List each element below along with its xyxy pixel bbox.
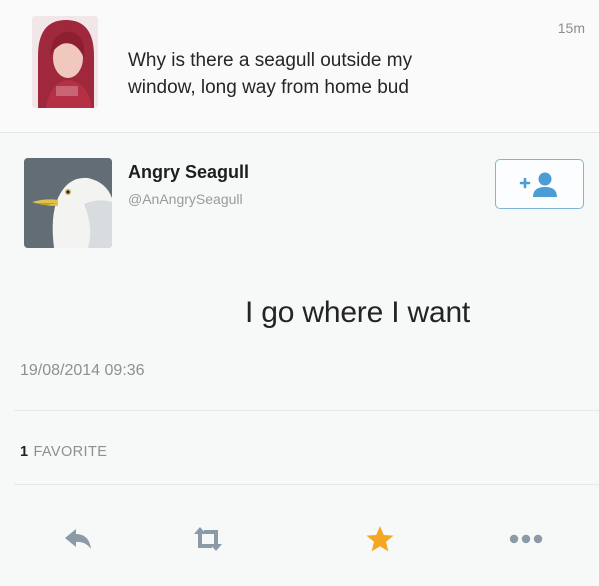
add-user-icon — [519, 172, 557, 197]
tweet-time: 15m — [557, 20, 585, 36]
tweet-text-line: Why is there a seagull outside my — [128, 50, 413, 71]
display-name[interactable]: Angry Seagull — [128, 162, 249, 183]
timestamp[interactable]: 19/08/2014 09:36 — [20, 362, 145, 380]
reply-icon — [65, 529, 91, 549]
divider — [14, 410, 599, 411]
retweet-button[interactable] — [186, 519, 230, 559]
tweet-text: Why is there a seagull outside my window… — [128, 47, 568, 101]
divider — [14, 484, 599, 485]
seagull-avatar[interactable] — [24, 158, 112, 248]
tweet-text-line: window, long way from home bud — [128, 77, 409, 98]
tweet-text: I go where I want — [245, 296, 471, 329]
user-avatar-image — [32, 16, 98, 108]
favorite-button[interactable] — [358, 519, 402, 559]
star-icon — [366, 526, 394, 552]
user-avatar[interactable] — [32, 16, 98, 108]
favorites-label: FAVORITE — [33, 444, 108, 460]
reply-button[interactable] — [56, 519, 100, 559]
follow-button[interactable] — [495, 159, 584, 209]
more-icon — [509, 534, 543, 544]
more-button[interactable] — [504, 519, 548, 559]
divider — [0, 132, 599, 133]
favorites-stat[interactable]: 1 FAVORITE — [20, 444, 107, 460]
seagull-avatar-image — [24, 158, 112, 248]
favorites-count: 1 — [20, 444, 29, 460]
retweet-icon — [194, 527, 222, 551]
user-handle[interactable]: @AnAngrySeagull — [128, 191, 243, 207]
